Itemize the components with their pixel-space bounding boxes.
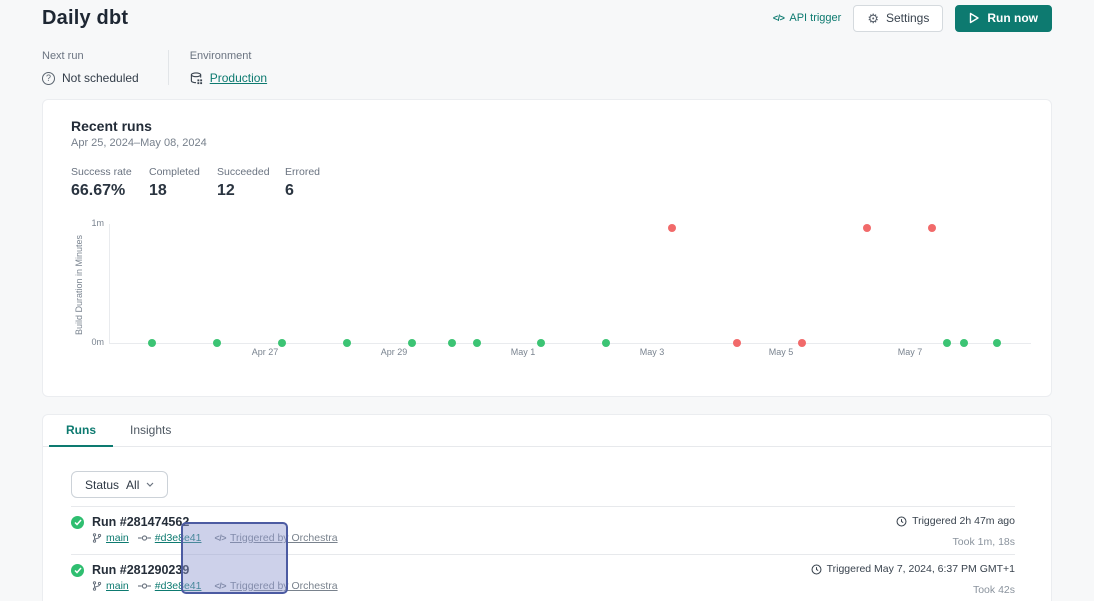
tab-bar: Runs Insights bbox=[43, 415, 1051, 447]
run-data-point[interactable] bbox=[798, 339, 806, 347]
run-data-point[interactable] bbox=[602, 339, 610, 347]
run-data-point[interactable] bbox=[343, 339, 351, 347]
settings-label: Settings bbox=[886, 11, 929, 25]
next-run-block: Next run ? Not scheduled bbox=[42, 50, 139, 85]
environment-link[interactable]: Production bbox=[210, 71, 267, 85]
environment-label: Environment bbox=[190, 50, 267, 62]
question-circle-icon: ? bbox=[42, 72, 55, 85]
run-data-point[interactable] bbox=[473, 339, 481, 347]
branch-link[interactable]: main bbox=[106, 532, 129, 544]
run-data-point[interactable] bbox=[213, 339, 221, 347]
run-data-point[interactable] bbox=[668, 224, 676, 232]
run-data-point[interactable] bbox=[148, 339, 156, 347]
run-data-point[interactable] bbox=[863, 224, 871, 232]
x-axis-tick-label: May 7 bbox=[898, 347, 923, 357]
run-data-point[interactable] bbox=[278, 339, 286, 347]
run-duration: Took 1m, 18s bbox=[896, 536, 1015, 548]
run-data-point[interactable] bbox=[943, 339, 951, 347]
stats-row: Success rate 66.67% Completed 18 Succeed… bbox=[71, 166, 1023, 200]
triggered-time: Triggered 2h 47m ago bbox=[912, 515, 1015, 527]
environment-block: Environment Production bbox=[190, 50, 267, 85]
header: Daily dbt </> API trigger ⚙ Settings Run… bbox=[0, 0, 1094, 32]
api-trigger-link[interactable]: </> API trigger bbox=[773, 12, 841, 24]
run-data-point[interactable] bbox=[733, 339, 741, 347]
status-filter-dropdown[interactable]: Status All bbox=[71, 471, 168, 498]
stat-succeeded: Succeeded 12 bbox=[217, 166, 285, 200]
run-duration: Took 42s bbox=[811, 584, 1015, 596]
tab-insights[interactable]: Insights bbox=[113, 415, 188, 446]
date-range: Apr 25, 2024–May 08, 2024 bbox=[71, 137, 1023, 149]
run-right: Triggered May 7, 2024, 6:37 PM GMT+1 Too… bbox=[811, 563, 1015, 596]
branch-link[interactable]: main bbox=[106, 580, 129, 592]
clock-icon bbox=[896, 516, 907, 527]
run-data-point[interactable] bbox=[448, 339, 456, 347]
environment-value: Production bbox=[190, 71, 267, 85]
gear-icon: ⚙ bbox=[867, 12, 879, 25]
run-now-button[interactable]: Run now bbox=[955, 5, 1052, 32]
job-meta: Next run ? Not scheduled Environment Pro… bbox=[0, 50, 1094, 85]
triggered-time: Triggered May 7, 2024, 6:37 PM GMT+1 bbox=[827, 563, 1015, 575]
chevron-down-icon bbox=[146, 482, 154, 487]
status-filter-label: Status bbox=[85, 478, 119, 492]
run-data-point[interactable] bbox=[408, 339, 416, 347]
chart-plot: Build Duration in Minutes 1m 0m Apr 27 Ap… bbox=[71, 216, 1023, 366]
stat-success-rate: Success rate 66.67% bbox=[71, 166, 149, 200]
success-check-icon bbox=[71, 564, 84, 577]
y-axis-label: Build Duration in Minutes bbox=[74, 230, 84, 340]
next-run-value: ? Not scheduled bbox=[42, 71, 139, 85]
stat-completed: Completed 18 bbox=[149, 166, 217, 200]
y-tick-1m: 1m bbox=[71, 218, 104, 228]
clock-icon bbox=[811, 564, 822, 575]
run-title[interactable]: Run #281290239 bbox=[92, 563, 189, 577]
next-run-label: Next run bbox=[42, 50, 139, 62]
x-axis-tick-label: May 3 bbox=[640, 347, 665, 357]
tab-runs[interactable]: Runs bbox=[49, 415, 113, 446]
stat-errored: Errored 6 bbox=[285, 166, 353, 200]
git-branch-icon bbox=[92, 532, 102, 544]
job-page: Daily dbt </> API trigger ⚙ Settings Run… bbox=[0, 0, 1094, 601]
run-now-label: Run now bbox=[987, 11, 1038, 25]
run-data-point[interactable] bbox=[928, 224, 936, 232]
commit-icon bbox=[138, 533, 151, 543]
database-icon bbox=[190, 72, 203, 85]
recent-runs-card: Recent runs Apr 25, 2024–May 08, 2024 Su… bbox=[42, 99, 1052, 397]
run-title[interactable]: Run #281474562 bbox=[92, 515, 189, 529]
x-axis-tick-label: Apr 29 bbox=[381, 347, 408, 357]
status-filter-value: All bbox=[126, 478, 139, 492]
settings-button[interactable]: ⚙ Settings bbox=[853, 5, 943, 32]
run-right: Triggered 2h 47m ago Took 1m, 18s bbox=[896, 515, 1015, 548]
x-axis-line bbox=[109, 343, 1031, 344]
x-axis-tick-label: May 1 bbox=[511, 347, 536, 357]
x-axis-tick-label: May 5 bbox=[769, 347, 794, 357]
vertical-divider bbox=[168, 50, 169, 85]
api-trigger-label: API trigger bbox=[789, 12, 841, 24]
next-run-text: Not scheduled bbox=[62, 71, 139, 85]
code-icon: </> bbox=[773, 13, 785, 23]
header-actions: </> API trigger ⚙ Settings Run now bbox=[773, 5, 1052, 32]
run-data-point[interactable] bbox=[960, 339, 968, 347]
y-tick-0m: 0m bbox=[71, 337, 104, 347]
annotation-highlight-box bbox=[181, 522, 288, 594]
commit-icon bbox=[138, 581, 151, 591]
recent-runs-title: Recent runs bbox=[71, 118, 1023, 134]
git-branch-icon bbox=[92, 580, 102, 592]
success-check-icon bbox=[71, 516, 84, 529]
x-axis-tick-label: Apr 27 bbox=[252, 347, 279, 357]
y-axis-line bbox=[109, 224, 110, 343]
run-data-point[interactable] bbox=[537, 339, 545, 347]
play-icon bbox=[969, 12, 980, 24]
page-title: Daily dbt bbox=[42, 7, 128, 30]
run-data-point[interactable] bbox=[993, 339, 1001, 347]
